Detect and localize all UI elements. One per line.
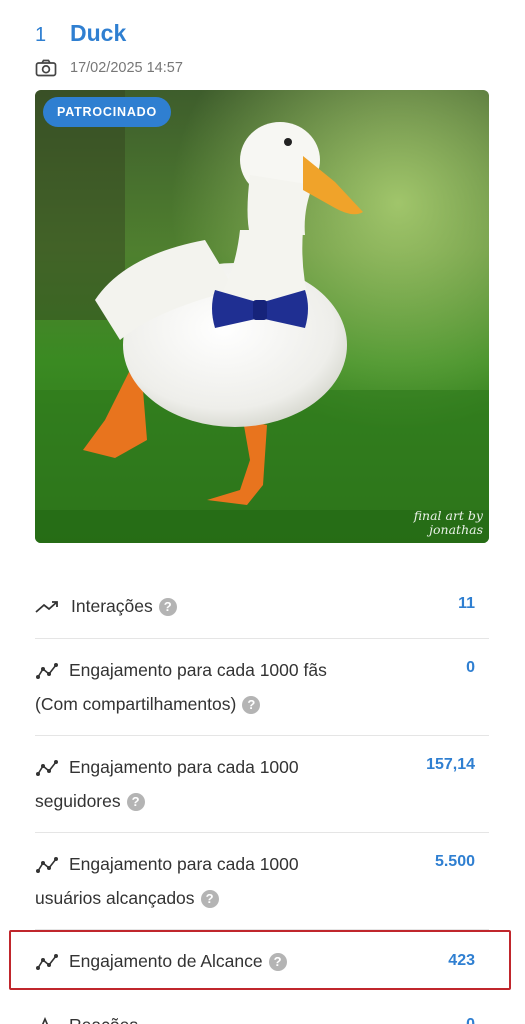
metric-label: Engajamento para cada 1000 fãs (Com comp… [35,660,327,714]
post-title[interactable]: Duck [70,20,126,47]
image-signature: final art by jonathas [413,508,483,537]
post-header: 1 Duck 17/02/2025 14:57 [35,20,495,78]
metric-value: 0 [466,659,475,676]
help-icon[interactable]: ? [268,953,287,972]
metric-row-engajamento-alcance: Engajamento de Alcance? 423 [35,930,489,994]
post-date: 17/02/2025 14:57 [70,60,183,76]
metric-row-engajamento-seguidores: Engajamento para cada 1000 seguidores? 1… [35,736,489,833]
metric-label: Interações [71,596,153,616]
metric-value: 11 [458,595,475,612]
line-chart-icon [36,663,58,680]
camera-icon [35,59,57,77]
reaction-icon [42,1017,48,1024]
metric-label: Engajamento para cada 1000 usuários alca… [35,854,299,908]
line-chart-icon [36,760,58,777]
duck-image [35,90,489,543]
metric-value: 423 [448,952,475,969]
trend-up-icon [35,601,58,614]
metric-label: Reações [69,1015,138,1024]
help-icon[interactable]: ? [200,890,219,909]
metric-label: Engajamento de Alcance [69,951,263,971]
metric-label: Engajamento para cada 1000 seguidores [35,757,299,811]
metrics-list: Interações? 11 Engajamento para cada 100… [35,575,489,994]
post-image[interactable]: PATROCINADO final art by jonathas [35,90,489,543]
metric-value: 157,14 [426,756,475,773]
metric-row-engajamento-alcancados: Engajamento para cada 1000 usuários alca… [35,833,489,930]
post-rank: 1 [35,24,47,46]
metric-row-engajamento-fas: Engajamento para cada 1000 fãs (Com comp… [35,639,489,736]
sponsored-badge: PATROCINADO [43,97,171,127]
metric-row-interacoes: Interações? 11 [35,575,489,639]
line-chart-icon [36,954,58,971]
help-icon[interactable]: ? [126,793,145,812]
metric-row-reacoes: Reações 0 [35,1010,489,1024]
line-chart-icon [36,857,58,874]
help-icon[interactable]: ? [158,598,177,617]
metric-value: 0 [466,1010,475,1024]
metric-value: 5.500 [434,853,475,870]
help-icon[interactable]: ? [242,696,261,715]
